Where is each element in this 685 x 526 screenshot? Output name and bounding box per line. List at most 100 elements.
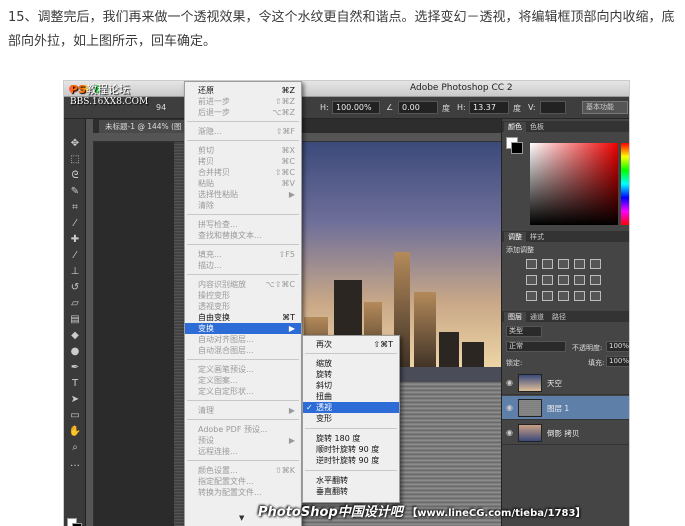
invert-icon[interactable] <box>526 291 537 301</box>
layer-row[interactable]: ◉ 天空 <box>502 371 629 395</box>
menu-item-paste[interactable]: 粘贴 ⌘V <box>185 178 301 189</box>
brightness-icon[interactable] <box>526 259 537 269</box>
tab-styles[interactable]: 样式 <box>526 232 548 242</box>
posterize-icon[interactable] <box>542 291 553 301</box>
black-white-icon[interactable] <box>558 275 569 285</box>
menu-item-step-forward[interactable]: 前进一步 ⇧⌘Z <box>185 96 301 107</box>
submenu-item-rotate-180[interactable]: 旋转 180 度 <box>303 433 399 444</box>
eraser-tool-icon[interactable]: ▱ <box>68 297 82 311</box>
menu-item-define-pattern[interactable]: 定义图案... <box>185 375 301 386</box>
menu-item-paste-special[interactable]: 选择性粘贴 ▶ <box>185 189 301 200</box>
menu-item-spell-check[interactable]: 拼写检查... <box>185 219 301 230</box>
submenu-item-scale[interactable]: 缩放 <box>303 358 399 369</box>
menu-item-stroke[interactable]: 描边... <box>185 260 301 271</box>
gradient-map-icon[interactable] <box>574 291 585 301</box>
v-skew-field[interactable] <box>540 101 566 114</box>
menu-item-assign-profile[interactable]: 指定配置文件... <box>185 476 301 487</box>
tab-adjustments[interactable]: 调整 <box>504 232 526 242</box>
menu-item-color-settings[interactable]: 颜色设置... ⇧⌘K <box>185 465 301 476</box>
blur-tool-icon[interactable]: ◆ <box>68 329 82 343</box>
dodge-tool-icon[interactable]: ● <box>68 345 82 359</box>
path-select-tool-icon[interactable]: ➤ <box>68 393 82 407</box>
menu-item-step-backward[interactable]: 后退一步 ⌥⌘Z <box>185 107 301 118</box>
menu-item-auto-blend[interactable]: 自动混合图层... <box>185 345 301 356</box>
menu-item-remote-connections[interactable]: 远程连接... <box>185 446 301 457</box>
gradient-tool-icon[interactable]: ▤ <box>68 313 82 327</box>
layer-row[interactable]: ◉ 图层 1 <box>502 396 629 420</box>
submenu-item-rotate-90-ccw[interactable]: 逆时针旋转 90 度 <box>303 455 399 466</box>
blend-mode-select[interactable]: 正常 <box>506 341 566 352</box>
color-balance-icon[interactable] <box>542 275 553 285</box>
type-tool-icon[interactable]: T <box>68 377 82 391</box>
brush-tool-icon[interactable]: ⁄ <box>68 249 82 263</box>
menu-item-presets[interactable]: 预设 ▶ <box>185 435 301 446</box>
color-picker-field[interactable] <box>530 143 618 225</box>
tab-channels[interactable]: 通道 <box>526 312 548 322</box>
submenu-item-warp[interactable]: 变形 <box>303 413 399 424</box>
move-tool-icon[interactable]: ✥ <box>68 137 82 151</box>
submenu-item-flip-vertical[interactable]: 垂直翻转 <box>303 486 399 497</box>
opacity-field[interactable]: 100% <box>606 341 629 352</box>
crop-tool-icon[interactable]: ⌗ <box>68 201 82 215</box>
history-brush-tool-icon[interactable]: ↺ <box>68 281 82 295</box>
menu-item-pdf-presets[interactable]: Adobe PDF 预设... <box>185 424 301 435</box>
selective-color-icon[interactable] <box>590 291 601 301</box>
vibrance-icon[interactable] <box>590 259 601 269</box>
submenu-item-distort[interactable]: 扭曲 <box>303 391 399 402</box>
menu-item-content-aware-scale[interactable]: 内容识别缩放 ⌥⇧⌘C <box>185 279 301 290</box>
menu-item-transform[interactable]: 变换 ▶ <box>185 323 301 334</box>
submenu-item-rotate-90-cw[interactable]: 顺时针旋转 90 度 <box>303 444 399 455</box>
menu-item-fill[interactable]: 填充... ⇧F5 <box>185 249 301 260</box>
menu-item-puppet-warp[interactable]: 操控变形 <box>185 290 301 301</box>
channel-mixer-icon[interactable] <box>590 275 601 285</box>
marquee-tool-icon[interactable]: ⬚ <box>68 153 82 167</box>
submenu-item-perspective[interactable]: ✓ 透视 <box>303 402 399 413</box>
tab-swatches[interactable]: 色板 <box>526 122 548 132</box>
menu-item-convert-profile[interactable]: 转换为配置文件... <box>185 487 301 498</box>
menu-item-copy[interactable]: 拷贝 ⌘C <box>185 156 301 167</box>
fill-field[interactable]: 100% <box>606 356 629 367</box>
angle-field[interactable]: 0.00 <box>398 101 438 114</box>
hue-saturation-icon[interactable] <box>526 275 537 285</box>
submenu-item-again[interactable]: 再次 ⇧⌘T <box>303 339 399 350</box>
tab-color[interactable]: 颜色 <box>504 122 526 132</box>
curves-icon[interactable] <box>558 259 569 269</box>
menu-item-copy-merged[interactable]: 合并拷贝 ⇧⌘C <box>185 167 301 178</box>
menu-item-free-transform[interactable]: 自由变换 ⌘T <box>185 312 301 323</box>
h-scale-field[interactable]: 100.00% <box>332 101 380 114</box>
submenu-item-skew[interactable]: 斜切 <box>303 380 399 391</box>
shape-tool-icon[interactable]: ▭ <box>68 409 82 423</box>
menu-item-find-replace[interactable]: 查找和替换文本... <box>185 230 301 241</box>
document-tab[interactable]: 未标题-1 @ 144% (图 <box>99 120 188 133</box>
lasso-tool-icon[interactable]: ᘓ <box>68 169 82 183</box>
menu-item-cut[interactable]: 剪切 ⌘X <box>185 145 301 156</box>
healing-tool-icon[interactable]: ✚ <box>68 233 82 247</box>
submenu-item-rotate[interactable]: 旋转 <box>303 369 399 380</box>
menu-item-perspective-warp[interactable]: 透视变形 <box>185 301 301 312</box>
layer-kind-filter[interactable]: 类型 <box>506 326 542 337</box>
pen-tool-icon[interactable]: ✒ <box>68 361 82 375</box>
menu-item-undo[interactable]: 还原 ⌘Z <box>185 85 301 96</box>
more-tools-icon[interactable]: … <box>68 457 82 471</box>
h-skew-field[interactable]: 13.37 <box>469 101 509 114</box>
visibility-eye-icon[interactable]: ◉ <box>506 428 513 437</box>
menu-item-purge[interactable]: 清理 ▶ <box>185 405 301 416</box>
exposure-icon[interactable] <box>574 259 585 269</box>
eyedropper-tool-icon[interactable]: ⁄ <box>68 217 82 231</box>
visibility-eye-icon[interactable]: ◉ <box>506 403 513 412</box>
submenu-item-flip-horizontal[interactable]: 水平翻转 <box>303 475 399 486</box>
menu-item-define-brush[interactable]: 定义画笔预设... <box>185 364 301 375</box>
visibility-eye-icon[interactable]: ◉ <box>506 378 513 387</box>
workspace-select[interactable]: 基本功能 <box>582 101 628 114</box>
bg-color-swatch[interactable] <box>511 142 523 154</box>
threshold-icon[interactable] <box>558 291 569 301</box>
hand-tool-icon[interactable]: ✋ <box>68 425 82 439</box>
menu-scroll-down-icon[interactable]: ▼ <box>239 514 244 522</box>
hue-spectrum-slider[interactable] <box>621 143 629 225</box>
tab-layers[interactable]: 图层 <box>504 312 526 322</box>
menu-item-auto-align[interactable]: 自动对齐图层... <box>185 334 301 345</box>
stamp-tool-icon[interactable]: ⊥ <box>68 265 82 279</box>
quick-select-tool-icon[interactable]: ✎ <box>68 185 82 199</box>
photo-filter-icon[interactable] <box>574 275 585 285</box>
tab-paths[interactable]: 路径 <box>548 312 570 322</box>
